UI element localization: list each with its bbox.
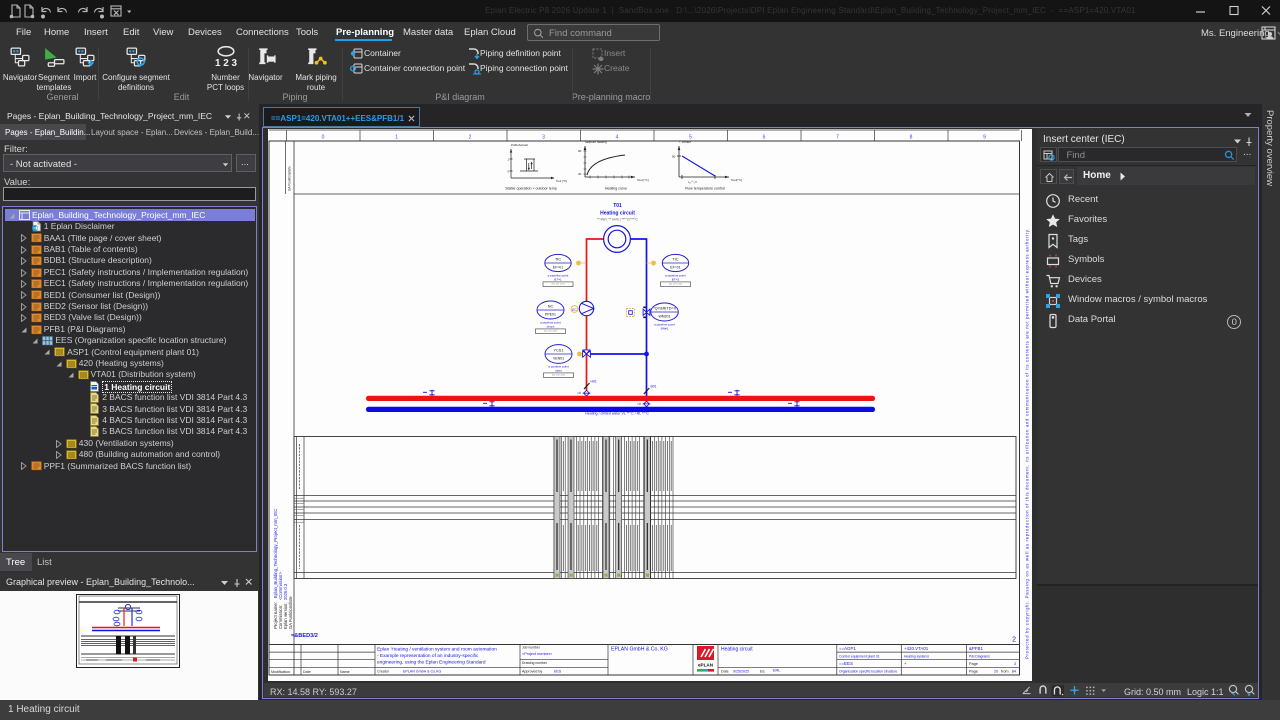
svg-text:1 2 3: 1 2 3 [214,58,237,68]
